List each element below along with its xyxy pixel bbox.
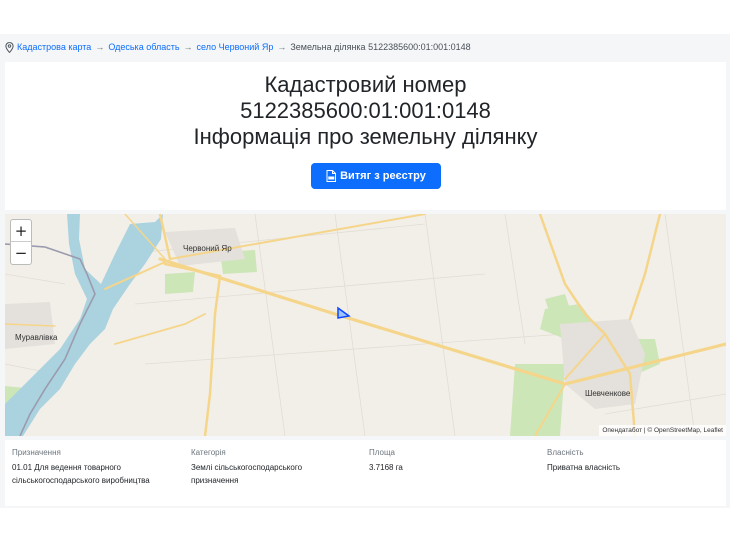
header-card: Кадастровий номер 5122385600:01:001:0148… — [5, 62, 726, 210]
map-label-shevchenkove: Шевченкове — [585, 389, 631, 398]
map-attribution: Опендатабот | © OpenStreetMap, Leaflet — [599, 425, 726, 436]
breadcrumb-separator: → — [277, 42, 287, 52]
info-ownership-label: Власність — [547, 448, 584, 457]
zoom-in-button[interactable]: + — [11, 220, 31, 242]
info-category: Категорія Землі сільськогосподарського п… — [191, 447, 331, 487]
breadcrumb-link-cadastral-map[interactable]: Кадастрова карта — [17, 42, 91, 52]
info-area-label: Площа — [369, 448, 395, 457]
breadcrumb-separator: → — [183, 42, 193, 52]
page: Кадастрова карта → Одеська область → сел… — [0, 0, 730, 547]
info-area-value: 3.7168 га — [369, 463, 403, 472]
extract-button[interactable]: Витяг з реєстру — [311, 163, 441, 189]
info-category-value: Землі сільськогосподарського призначення — [191, 463, 303, 485]
zoom-control: + − — [10, 219, 32, 265]
info-ownership: Власність Приватна власність — [547, 447, 717, 474]
breadcrumb-separator: → — [95, 42, 105, 52]
info-category-label: Категорія — [191, 448, 226, 457]
breadcrumb: Кадастрова карта → Одеська область → сел… — [5, 40, 471, 54]
map[interactable]: Червоний Яр Муравлівка Шевченкове + − Оп… — [5, 214, 726, 436]
info-purpose-value: 01.01 Для ведення товарного сільськогосп… — [12, 463, 150, 485]
map-label-chervonyi-yar: Червоний Яр — [183, 244, 232, 253]
map-tiles — [5, 214, 726, 436]
breadcrumb-link-village[interactable]: село Червоний Яр — [197, 42, 274, 52]
title-line-info: Інформація про земельну ділянку — [193, 124, 538, 149]
title-line-number-value: 5122385600:01:001:0148 — [240, 98, 491, 123]
page-title: Кадастровий номер 5122385600:01:001:0148… — [5, 72, 726, 150]
title-line-cadastral-number: Кадастровий номер — [264, 72, 467, 97]
breadcrumb-current: Земельна ділянка 5122385600:01:001:0148 — [290, 42, 471, 52]
zoom-out-button[interactable]: − — [11, 242, 31, 264]
map-label-muravlivka: Муравлівка — [15, 333, 58, 342]
breadcrumb-link-region[interactable]: Одеська область — [108, 42, 179, 52]
info-ownership-value: Приватна власність — [547, 463, 621, 472]
info-area: Площа 3.7168 га — [369, 447, 539, 474]
extract-button-label: Витяг з реєстру — [340, 170, 426, 182]
document-pdf-icon — [326, 170, 337, 182]
parcel-info: Призначення 01.01 Для ведення товарного … — [5, 440, 726, 506]
info-purpose-label: Призначення — [12, 448, 61, 457]
map-pin-icon — [5, 41, 14, 53]
info-purpose: Призначення 01.01 Для ведення товарного … — [12, 447, 182, 487]
